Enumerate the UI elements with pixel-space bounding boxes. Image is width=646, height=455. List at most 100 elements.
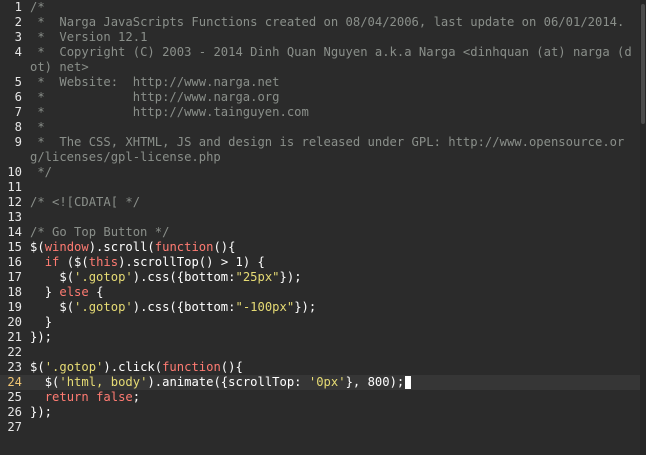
code-token: '.gotop' (74, 270, 133, 284)
code-text[interactable]: * (28, 120, 640, 135)
code-token: false (96, 390, 133, 404)
code-line[interactable]: 13 (0, 210, 640, 225)
code-token: }); (294, 300, 317, 314)
code-text[interactable]: /* (28, 0, 640, 15)
code-text[interactable]: */ (28, 165, 640, 180)
code-text[interactable]: * http://www.tainguyen.com (28, 105, 640, 120)
line-number: 5 (14, 75, 22, 89)
code-token: (){ (220, 360, 243, 374)
code-line[interactable]: 3 * Version 12.1 (0, 30, 640, 45)
code-token: * Version 12.1 (30, 30, 148, 44)
line-number: 2 (14, 15, 22, 29)
code-token: * The CSS, XHTML, JS and design is relea… (30, 135, 625, 164)
code-token: 'html, body' (59, 375, 148, 389)
code-token: ).css({bottom: (132, 270, 236, 284)
code-text[interactable]: * Website: http://www.narga.net (28, 75, 640, 90)
code-text[interactable]: if ($(this).scrollTop() > 1) { (28, 255, 640, 270)
code-token: '.gotop' (44, 360, 104, 374)
code-line[interactable]: 10 */ (0, 165, 640, 180)
code-text[interactable]: $('html, body').animate({scrollTop: '0px… (28, 375, 640, 390)
code-line[interactable]: 15 $(window).scroll(function(){ (0, 240, 640, 255)
code-token: ; (132, 390, 141, 404)
code-text[interactable]: } (28, 315, 640, 330)
code-text[interactable]: $('.gotop').css({bottom:"-100px"}); (28, 300, 640, 315)
line-number: 21 (7, 330, 22, 344)
code-line[interactable]: 16 if ($(this).scrollTop() > 1) { (0, 255, 640, 270)
code-line[interactable]: 5 * Website: http://www.narga.net (0, 75, 640, 90)
line-number: 11 (7, 180, 22, 194)
code-line[interactable]: 23 $('.gotop').click(function(){ (0, 360, 640, 375)
code-token: } (30, 285, 60, 299)
code-token: { (88, 285, 104, 299)
line-number: 12 (7, 195, 22, 209)
code-text[interactable]: $(window).scroll(function(){ (28, 240, 640, 255)
code-token: return (44, 390, 89, 404)
code-line[interactable]: 21}); (0, 330, 640, 345)
code-line[interactable]: 19 $('.gotop').css({bottom:"-100px"}); (0, 300, 640, 315)
code-text[interactable] (28, 420, 640, 435)
line-number: 13 (7, 210, 22, 224)
code-line[interactable]: 26}); (0, 405, 640, 420)
code-line[interactable]: 2 * Narga JavaScripts Functions created … (0, 15, 640, 30)
code-text[interactable] (28, 345, 640, 360)
code-line[interactable]: 18 } else { (0, 285, 640, 300)
code-area[interactable]: 1/* 2 * Narga JavaScripts Functions creat… (0, 0, 640, 455)
code-text[interactable]: * http://www.narga.org (28, 90, 640, 105)
line-number: 6 (14, 90, 22, 104)
scrollbar-thumb[interactable] (641, 4, 645, 124)
code-text[interactable]: } else { (28, 285, 640, 300)
code-token: ).scroll( (88, 240, 155, 254)
code-token: * Copyright (C) 2003 - 2014 Dinh Quan Ng… (30, 45, 632, 74)
code-text[interactable]: }); (28, 330, 640, 345)
code-text[interactable]: $('.gotop').click(function(){ (28, 360, 640, 375)
code-text[interactable]: * Version 12.1 (28, 30, 640, 45)
code-line[interactable]: 4 * Copyright (C) 2003 - 2014 Dinh Quan … (0, 45, 640, 75)
code-token: '0px' (308, 375, 346, 389)
code-line[interactable]: 20 } (0, 315, 640, 330)
line-number: 20 (7, 315, 22, 329)
code-editor[interactable]: 1/* 2 * Narga JavaScripts Functions creat… (0, 0, 646, 455)
line-number: 1 (14, 0, 22, 14)
code-line[interactable]: 24 $('html, body').animate({scrollTop: '… (0, 375, 640, 390)
line-number: 4 (14, 45, 22, 59)
code-token: '.gotop' (74, 300, 133, 314)
code-line[interactable]: 27 (0, 420, 640, 435)
line-number: 7 (14, 105, 22, 119)
code-text[interactable]: * The CSS, XHTML, JS and design is relea… (28, 135, 640, 165)
code-token: ).click( (103, 360, 163, 374)
code-text[interactable]: /* Go Top Button */ (28, 225, 640, 240)
code-token: */ (30, 165, 53, 179)
code-line[interactable]: 17 $('.gotop').css({bottom:"25px"}); (0, 270, 640, 285)
code-text[interactable]: /* <![CDATA[ */ (28, 195, 640, 210)
code-line[interactable]: 1 /* (0, 0, 640, 15)
code-line[interactable]: 8 * (0, 120, 640, 135)
code-line[interactable]: 22 (0, 345, 640, 360)
code-token: * Website: http://www.narga.net (30, 75, 280, 89)
code-text[interactable]: return false; (28, 390, 640, 405)
code-line[interactable]: 7 * http://www.tainguyen.com (0, 105, 640, 120)
code-line[interactable]: 6 * http://www.narga.org (0, 90, 640, 105)
vertical-scrollbar[interactable] (640, 0, 646, 455)
code-token: ).scrollTop() > 1) { (118, 255, 265, 269)
code-text[interactable]: }); (28, 405, 640, 420)
code-token: * Narga JavaScripts Functions created on… (30, 15, 625, 29)
code-text[interactable] (28, 180, 640, 195)
code-token: ).css({bottom: (132, 300, 236, 314)
code-token: * (30, 120, 45, 134)
code-text[interactable]: $('.gotop').css({bottom:"25px"}); (28, 270, 640, 285)
code-text[interactable] (28, 210, 640, 225)
code-token: function (162, 360, 221, 374)
code-text[interactable]: * Narga JavaScripts Functions created on… (28, 15, 640, 30)
code-token: /* Go Top Button */ (30, 225, 170, 239)
code-line[interactable]: 25 return false; (0, 390, 640, 405)
code-line[interactable]: 12 /* <![CDATA[ */ (0, 195, 640, 210)
code-token: /* (30, 0, 45, 14)
code-token: }); (30, 405, 53, 419)
code-token: ($( (59, 255, 89, 269)
code-line[interactable]: 11 (0, 180, 640, 195)
code-line[interactable]: 14 /* Go Top Button */ (0, 225, 640, 240)
code-text[interactable]: * Copyright (C) 2003 - 2014 Dinh Quan Ng… (28, 45, 640, 75)
code-line[interactable]: 9 * The CSS, XHTML, JS and design is rel… (0, 135, 640, 165)
